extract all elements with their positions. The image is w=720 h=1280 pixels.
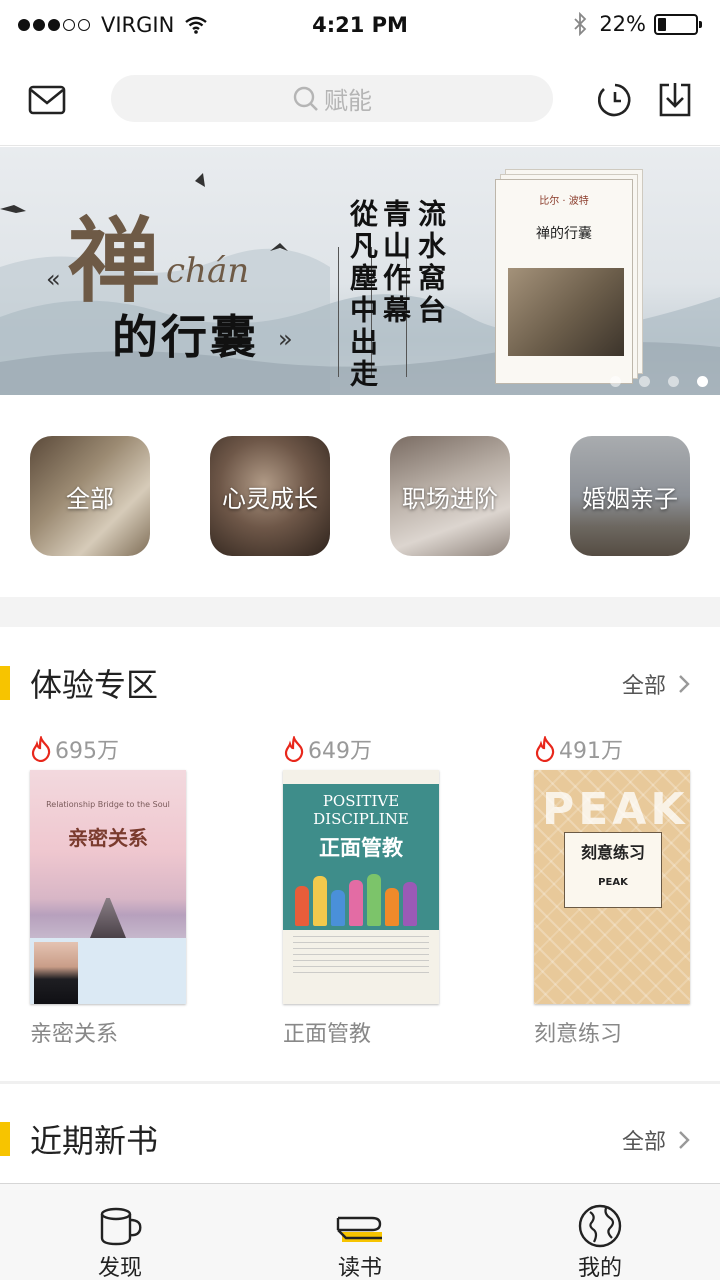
section-title: 体验专区	[30, 666, 159, 704]
heat-count: 491万	[559, 739, 623, 764]
section-accent-bar	[0, 1122, 10, 1156]
tab-label: 读书	[337, 1256, 382, 1280]
section-more-link[interactable]: 全部	[622, 668, 690, 700]
banner-title-latin: chán	[166, 251, 250, 291]
battery-percent: 22%	[599, 12, 646, 36]
category-all[interactable]: 全部	[30, 436, 150, 556]
search-icon	[293, 86, 318, 111]
book-stack-icon	[336, 1216, 382, 1242]
book-cover[interactable]: Relationship Bridge to the Soul 亲密关系	[30, 770, 186, 1004]
pager-dot[interactable]	[668, 376, 679, 387]
category-label: 全部	[66, 484, 114, 513]
banner-divider	[338, 247, 339, 377]
section-divider	[0, 1081, 720, 1084]
section-header-trial: 体验专区 全部	[0, 660, 720, 710]
book-heat: 649万	[283, 732, 443, 766]
section-more-label: 全部	[621, 1130, 666, 1155]
pager-dot[interactable]	[610, 376, 621, 387]
history-clock-icon[interactable]	[593, 78, 637, 122]
tab-discover[interactable]: 发现	[60, 1184, 180, 1280]
book-heat: 491万	[534, 732, 694, 766]
banner-book-cover: 比尔 · 波特 禅的行囊	[495, 169, 645, 384]
banner-vertical-line-3: 從凡塵中出走	[346, 199, 379, 391]
cover-english-title: PEAK	[598, 877, 628, 888]
banner-vertical-line-1: 流水窩台	[414, 199, 447, 327]
banner-quote-left: «	[46, 265, 61, 293]
author-photo	[34, 942, 78, 1004]
cover-title: 亲密关系	[68, 826, 148, 850]
top-bar: 赋能	[0, 54, 720, 146]
cover-peak-word: PEAK	[542, 784, 689, 835]
banner-quote-right: »	[278, 325, 293, 353]
cover-title: 刻意练习	[580, 843, 645, 862]
children-illustration	[289, 866, 433, 926]
pager-dot-active[interactable]	[697, 376, 708, 387]
section-title: 近期新书	[30, 1122, 159, 1160]
pier-image	[90, 898, 126, 938]
category-label: 心灵成长	[222, 484, 318, 513]
book-title: 正面管教	[283, 1022, 372, 1047]
book-cover[interactable]: PEAK 刻意练习 PEAK	[534, 770, 690, 1004]
status-bar: VIRGIN 4:21 PM 22%	[0, 0, 720, 54]
promo-banner[interactable]: 禅 chán « 的行囊 » 流水窩台 青山作幕 從凡塵中出走 比尔 · 波特 …	[0, 147, 720, 395]
tab-reading[interactable]: 读书	[300, 1184, 420, 1280]
section-accent-bar	[0, 666, 10, 700]
status-right: 22%	[573, 12, 702, 36]
banner-title-sub: 的行囊	[112, 310, 259, 364]
section-gap	[0, 597, 720, 627]
search-placeholder: 赋能	[324, 87, 372, 115]
bluetooth-icon	[574, 12, 587, 36]
download-icon[interactable]	[653, 78, 697, 122]
section-header-new: 近期新书 全部	[0, 1116, 720, 1166]
category-label: 婚姻亲子	[582, 484, 678, 513]
flame-icon	[535, 736, 555, 762]
tab-me[interactable]: 我的	[540, 1184, 660, 1280]
buddha-statue-image	[508, 268, 624, 356]
category-label: 职场进阶	[402, 484, 498, 513]
cover-text-block	[293, 936, 429, 976]
book-card[interactable]: 695万 Relationship Bridge to the Soul 亲密关…	[30, 732, 190, 1048]
cover-title: 正面管教	[319, 836, 403, 860]
banner-pager[interactable]	[592, 376, 708, 387]
section-more-link[interactable]: 全部	[622, 1124, 690, 1156]
book-cover[interactable]: POSITIVE DISCIPLINE 正面管教	[283, 770, 439, 1004]
book-card[interactable]: 491万 PEAK 刻意练习 PEAK 刻意练习	[534, 732, 694, 1048]
flame-icon	[284, 736, 304, 762]
category-growth[interactable]: 心灵成长	[210, 436, 330, 556]
tab-label: 发现	[97, 1256, 142, 1280]
heat-count: 695万	[55, 739, 119, 764]
category-grid: 全部 心灵成长 职场进阶 婚姻亲子	[0, 436, 720, 556]
book-title: 刻意练习	[534, 1022, 623, 1047]
battery-icon	[654, 13, 702, 35]
heat-count: 649万	[308, 739, 372, 764]
book-card[interactable]: 649万 POSITIVE DISCIPLINE 正面管教 正面管教	[283, 732, 443, 1048]
chevron-right-icon	[679, 1131, 690, 1149]
search-input[interactable]: 赋能	[111, 75, 553, 122]
pager-dot[interactable]	[639, 376, 650, 387]
cover-top-strip	[283, 770, 439, 784]
globe-icon	[578, 1204, 622, 1248]
book-heat: 695万	[30, 732, 190, 766]
bottom-tab-bar: 发现 读书 我的	[0, 1183, 720, 1280]
category-family[interactable]: 婚姻亲子	[570, 436, 690, 556]
mail-icon[interactable]	[25, 78, 69, 122]
cup-icon	[100, 1207, 142, 1246]
banner-book-author: 比尔 · 波特	[539, 196, 589, 207]
tab-label: 我的	[577, 1256, 622, 1280]
chevron-right-icon	[679, 675, 690, 693]
cover-subtitle: Relationship Bridge to the Soul	[46, 800, 170, 809]
section-more-label: 全部	[621, 674, 666, 699]
cover-english-title: POSITIVE DISCIPLINE	[313, 792, 409, 828]
flame-icon	[31, 736, 51, 762]
cover-title-card: 刻意练习 PEAK	[564, 832, 662, 908]
category-career[interactable]: 职场进阶	[390, 436, 510, 556]
book-title: 亲密关系	[30, 1022, 119, 1047]
banner-book-title: 禅的行囊	[536, 226, 592, 242]
